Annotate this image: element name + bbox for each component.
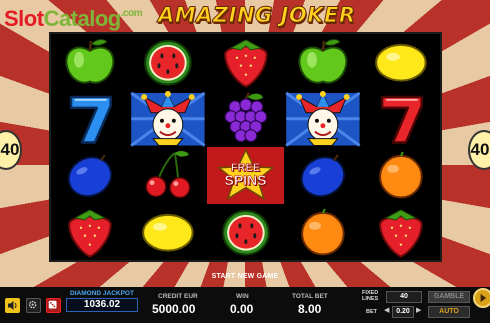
apple-icon xyxy=(298,39,348,84)
watermark-logo: SlotCatalog.com xyxy=(4,6,143,32)
auto-button[interactable]: AUTO xyxy=(428,306,470,318)
bet-increase-icon[interactable]: ▶ xyxy=(416,306,421,314)
reels-grid: FREE SPINS xyxy=(49,32,442,262)
plum-icon xyxy=(67,154,113,198)
reel-symbol-seven xyxy=(362,91,440,148)
play-icon xyxy=(480,294,487,302)
reel-symbol-watermelon xyxy=(207,204,285,261)
reel-symbol-orange xyxy=(362,147,440,204)
seven-icon xyxy=(381,95,424,144)
credit-label: CREDIT EUR xyxy=(158,293,198,300)
status-message: START NEW GAME xyxy=(211,273,279,280)
lines-badge-left: 40 xyxy=(0,130,22,170)
speaker-icon xyxy=(8,301,17,310)
reel-symbol-strawberry xyxy=(362,204,440,261)
plum-icon xyxy=(300,154,346,198)
watermark-part2: Catalog xyxy=(43,6,122,31)
seven-icon xyxy=(69,95,112,144)
reel-symbol-plum xyxy=(51,147,129,204)
sound-button[interactable] xyxy=(5,298,20,313)
bet-value: 0.20 xyxy=(392,306,414,318)
win-value: 0.00 xyxy=(230,302,254,316)
jackpot-info-button[interactable] xyxy=(46,298,61,313)
cherries-icon xyxy=(145,151,191,199)
game-stage: SlotCatalog.com AMAZING JOKER 40 40 FREE… xyxy=(0,0,490,323)
win-label: WIN xyxy=(236,293,249,300)
lemon-icon xyxy=(141,213,194,252)
dice-icon xyxy=(48,300,57,309)
bet-label: BET xyxy=(366,309,377,315)
settings-button[interactable] xyxy=(26,298,41,313)
total-bet-value: 8.00 xyxy=(298,302,322,316)
reel-symbol-apple xyxy=(51,34,129,91)
joker-icon xyxy=(130,90,206,147)
reel-symbol-lemon xyxy=(362,34,440,91)
apple-icon xyxy=(65,39,115,84)
spin-button[interactable] xyxy=(473,288,490,308)
lines-badge-right: 40 xyxy=(468,130,490,170)
orange-icon xyxy=(301,208,346,256)
reel-symbol-joker xyxy=(129,90,207,148)
grapes-icon xyxy=(224,91,267,142)
reel-symbol-strawberry xyxy=(51,204,129,261)
watermelon-icon xyxy=(221,209,270,256)
gamble-button[interactable]: GAMBLE xyxy=(428,291,470,303)
reel-symbol-apple xyxy=(284,34,362,91)
reel-symbol-orange xyxy=(284,204,362,261)
strawberry-icon xyxy=(379,208,423,258)
fixed-lines-label-line2: LINES xyxy=(362,296,379,302)
reel-symbol-seven xyxy=(51,91,129,148)
fixed-lines-value: 40 xyxy=(386,291,422,303)
reel-symbol-free-spins: FREE SPINS xyxy=(206,147,285,204)
strawberry-icon xyxy=(68,208,112,258)
credit-value: 5000.00 xyxy=(152,302,196,316)
lemon-icon xyxy=(375,43,427,82)
reel-symbol-watermelon xyxy=(129,34,207,91)
total-bet-label: TOTAL BET xyxy=(292,293,328,300)
reel-symbol-joker xyxy=(284,90,362,148)
free-spins-label-line2: SPINS xyxy=(224,172,267,189)
bet-decrease-icon[interactable]: ◀ xyxy=(384,306,389,314)
jackpot-value: 1036.02 xyxy=(66,298,138,312)
reel-symbol-lemon xyxy=(129,204,207,261)
reel-symbol-cherries xyxy=(129,147,207,204)
reel-symbol-plum xyxy=(284,147,362,204)
joker-icon xyxy=(285,90,361,147)
game-title: AMAZING JOKER xyxy=(158,3,356,28)
watermark-part1: Slot xyxy=(4,6,44,31)
watermark-part3: .com xyxy=(120,8,143,19)
orange-icon xyxy=(379,151,423,199)
jackpot-label: DIAMOND JACKPOT xyxy=(70,290,134,297)
reel-symbol-strawberry xyxy=(207,34,285,91)
reel-symbol-grapes xyxy=(207,91,285,148)
control-panel: DIAMOND JACKPOT 1036.02 CREDIT EUR 5000.… xyxy=(0,287,490,323)
fixed-lines-label: FIXED LINES xyxy=(362,290,378,302)
watermelon-icon xyxy=(143,39,192,86)
strawberry-icon xyxy=(223,39,268,88)
gear-icon xyxy=(28,300,37,309)
